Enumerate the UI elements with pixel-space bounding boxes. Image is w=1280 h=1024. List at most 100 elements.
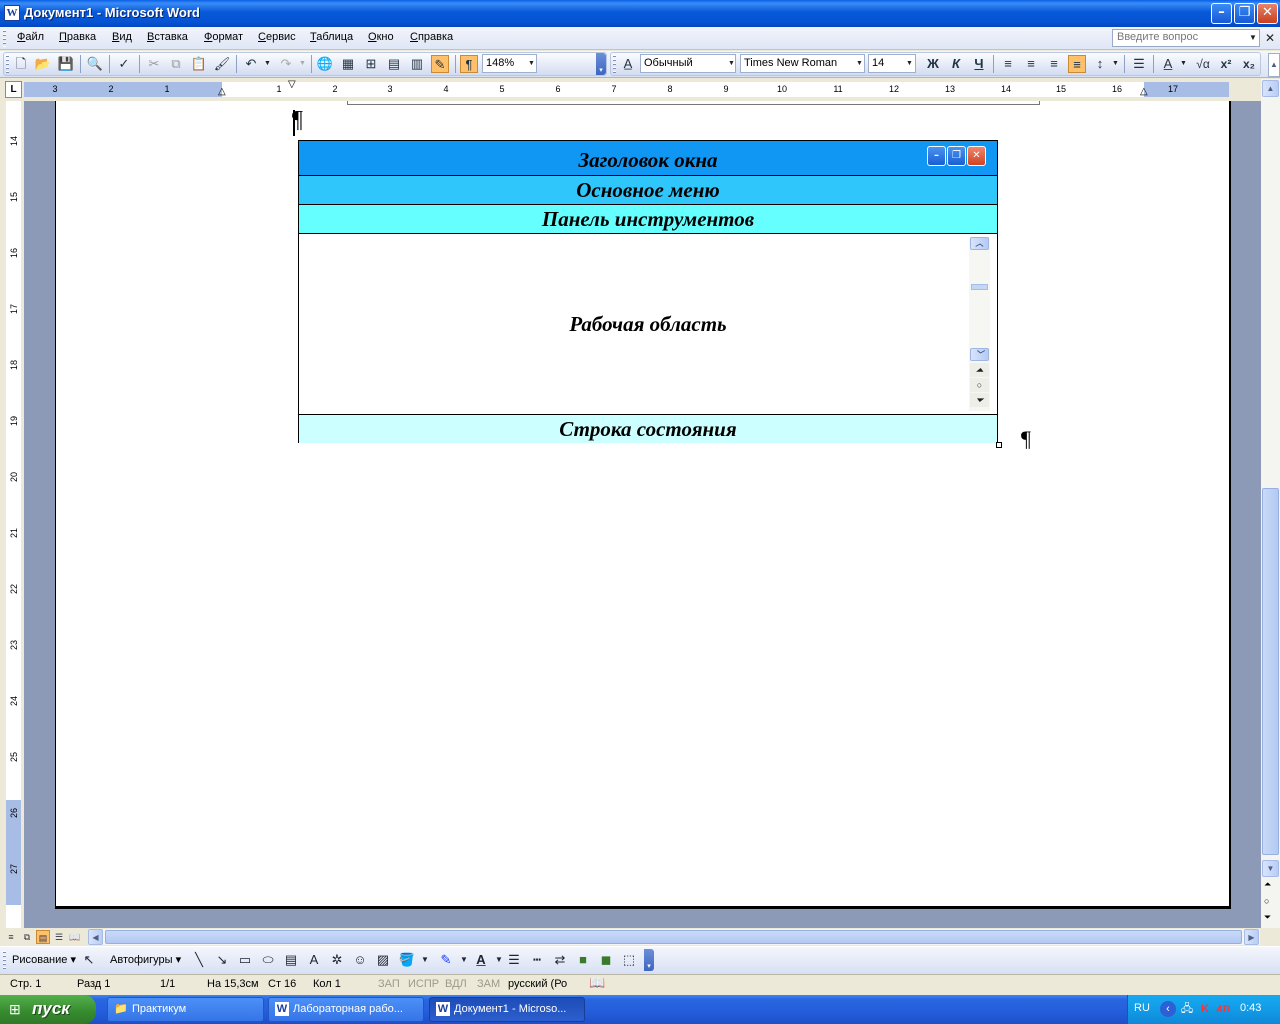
menu-tools[interactable]: Сервис [258, 31, 296, 43]
save-icon[interactable]: 💾 [57, 55, 75, 73]
web-view-icon[interactable]: ⧉ [20, 930, 34, 944]
format-painter-icon[interactable]: 🖌 [213, 55, 231, 73]
styles-formatting-icon[interactable]: A̲ [619, 55, 637, 73]
horizontal-scroll-thumb[interactable] [105, 930, 1242, 944]
table-resize-handle[interactable] [996, 442, 1002, 448]
superscript-button[interactable]: x² [1217, 55, 1235, 73]
window-structure-diagram[interactable]: Заголовок окна – ❐ ✕ Основное меню Панел… [298, 140, 998, 443]
left-indent-marker[interactable]: △ [218, 86, 226, 97]
menu-edit[interactable]: Правка [59, 31, 96, 43]
tray-chevron-icon[interactable]: ‹ [1160, 1001, 1176, 1017]
menu-insert[interactable]: Вставка [147, 31, 188, 43]
clock[interactable]: 0:43 [1240, 1002, 1261, 1014]
menu-bar-grip[interactable] [3, 30, 6, 47]
next-page-icon[interactable]: ⏷ [1264, 912, 1271, 923]
tab-selector[interactable]: L [5, 81, 22, 98]
minimize-button[interactable]: – [1211, 3, 1232, 24]
fill-color-icon[interactable]: 🪣 [398, 951, 416, 969]
drawing-icon[interactable]: ✎ [431, 55, 449, 73]
cut-icon[interactable]: ✂ [145, 55, 163, 73]
line-icon[interactable]: ╲ [190, 951, 208, 969]
diagram-icon[interactable]: ✲ [328, 951, 346, 969]
wordart-icon[interactable]: A [305, 951, 323, 969]
font-size-dropdown-icon[interactable]: ▼ [904, 55, 915, 72]
draw-font-color-icon[interactable]: A [472, 951, 490, 969]
standard-toolbar-grip[interactable] [6, 55, 9, 73]
drawing-toolbar-grip[interactable] [3, 951, 6, 969]
style-combo[interactable]: Обычный [640, 54, 736, 73]
arrow-style-icon[interactable]: ⇄ [551, 951, 569, 969]
line-color-dropdown-icon[interactable]: ▼ [455, 951, 473, 969]
show-formatting-icon[interactable]: ¶ [460, 55, 478, 73]
drawing-menu-button[interactable]: Рисование ▾ [12, 953, 76, 966]
underline-button[interactable]: Ч [970, 55, 988, 73]
status-track-changes[interactable]: ИСПР [408, 978, 439, 990]
undo-icon[interactable]: ↶ [242, 55, 260, 73]
word-app-icon[interactable]: W [4, 5, 20, 21]
close-button[interactable]: ✕ [1257, 3, 1278, 24]
3d-style-icon[interactable]: ◼ [597, 951, 615, 969]
numbered-list-icon[interactable]: ☰ [1130, 55, 1148, 73]
formatting-toolbar-grip[interactable] [613, 55, 616, 73]
network-icon[interactable]: 🖧 [1179, 1001, 1195, 1017]
equation-icon[interactable]: √α [1194, 55, 1212, 73]
align-left-icon[interactable]: ≡ [999, 55, 1017, 73]
toolbar-options-icon[interactable]: ▾ [596, 53, 606, 75]
line-spacing-dropdown-icon[interactable]: ▼ [1110, 55, 1121, 72]
menu-file[interactable]: Файл [17, 31, 44, 43]
language-indicator[interactable]: RU [1134, 1002, 1150, 1014]
redo-dropdown-icon[interactable]: ▼ [297, 55, 308, 72]
drawing-canvas-icon[interactable]: ⬚ [620, 951, 638, 969]
chevron-down-icon[interactable]: ▼ [1247, 30, 1259, 46]
justify-icon[interactable]: ≡ [1068, 55, 1086, 73]
previous-page-icon[interactable]: ⏶ [1264, 879, 1271, 890]
italic-button[interactable]: К [947, 55, 965, 73]
document-close-icon[interactable]: ✕ [1265, 31, 1275, 45]
outline-view-icon[interactable]: ☰ [52, 930, 66, 944]
font-combo[interactable]: Times New Roman [740, 54, 865, 73]
print-layout-view-icon[interactable]: ▤ [36, 930, 50, 944]
scroll-up-button[interactable]: ▲ [1268, 53, 1280, 77]
subscript-button[interactable]: x₂ [1240, 55, 1258, 73]
align-right-icon[interactable]: ≡ [1045, 55, 1063, 73]
taskbar-item-practicum[interactable]: Практикум [107, 997, 264, 1022]
open-folder-icon[interactable]: 📂 [34, 55, 52, 73]
scroll-up-icon[interactable]: ▲ [1262, 80, 1279, 97]
align-center-icon[interactable]: ≡ [1022, 55, 1040, 73]
copy-icon[interactable]: ⧉ [167, 55, 185, 73]
status-record-macro[interactable]: ЗАП [378, 978, 400, 990]
select-objects-icon[interactable]: ↖ [80, 951, 98, 969]
line-spacing-icon[interactable]: ↕ [1091, 55, 1109, 73]
dash-style-icon[interactable]: ┅ [528, 951, 546, 969]
oval-icon[interactable]: ⬭ [259, 951, 277, 969]
clip-art-icon[interactable]: ☺ [351, 951, 369, 969]
scroll-left-icon[interactable]: ◀ [88, 929, 103, 945]
arrow-icon[interactable]: ↘ [213, 951, 231, 969]
text-box-icon[interactable]: ▤ [282, 951, 300, 969]
hyperlink-icon[interactable]: 🌐 [316, 55, 334, 73]
reading-view-icon[interactable]: 📖 [68, 930, 82, 944]
drawing-toolbar-options-icon[interactable]: ▾ [644, 949, 654, 971]
taskbar-item-document1[interactable]: Документ1 - Microso... [429, 997, 585, 1022]
vertical-scroll-thumb[interactable] [1262, 488, 1279, 855]
line-style-icon[interactable]: ☰ [505, 951, 523, 969]
new-document-icon[interactable]: 🗋 [12, 55, 30, 73]
ati-icon[interactable]: ATI [1215, 1001, 1231, 1017]
rectangle-icon[interactable]: ▭ [236, 951, 254, 969]
insert-table-icon[interactable]: ⊞ [362, 55, 380, 73]
insert-excel-icon[interactable]: ▤ [385, 55, 403, 73]
normal-view-icon[interactable]: ≡ [4, 930, 18, 944]
font-color-dropdown-icon[interactable]: ▼ [1178, 55, 1189, 72]
scroll-right-icon[interactable]: ▶ [1244, 929, 1259, 945]
font-color-icon[interactable]: A [1159, 55, 1177, 73]
status-language[interactable]: русский (Ро [508, 978, 567, 990]
autoshapes-menu-button[interactable]: Автофигуры ▾ [110, 953, 181, 966]
select-browse-object-icon[interactable]: ○ [1264, 896, 1269, 906]
insert-picture-icon[interactable]: ▨ [374, 951, 392, 969]
redo-icon[interactable]: ↷ [277, 55, 295, 73]
bold-button[interactable]: Ж [924, 55, 942, 73]
scroll-down-icon[interactable]: ▼ [1262, 860, 1279, 877]
status-overtype[interactable]: ЗАМ [477, 978, 500, 990]
font-dropdown-icon[interactable]: ▼ [854, 55, 865, 72]
help-question-input[interactable]: Введите вопрос [1112, 29, 1260, 47]
